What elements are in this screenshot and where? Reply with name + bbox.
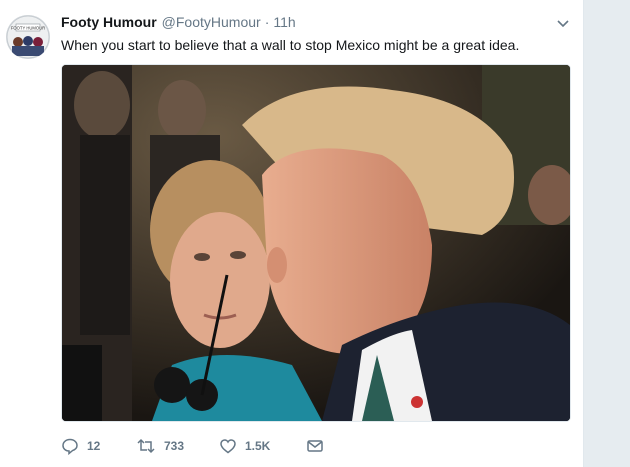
like-count: 1.5K xyxy=(245,439,271,453)
tweet-text: When you start to believe that a wall to… xyxy=(61,37,520,53)
retweet-icon xyxy=(136,437,156,455)
reply-count: 12 xyxy=(87,439,101,453)
avatar-logo-text: FOOTY HUMOUR xyxy=(11,26,45,31)
reply-button[interactable]: 12 xyxy=(61,437,136,455)
header-separator: · xyxy=(264,14,270,30)
direct-message-button[interactable] xyxy=(306,437,324,455)
tweet-photo[interactable] xyxy=(61,64,571,422)
author-handle[interactable]: @FootyHumour xyxy=(162,14,261,30)
like-button[interactable]: 1.5K xyxy=(219,437,306,455)
caret-down-icon[interactable] xyxy=(555,17,571,29)
avatar[interactable]: FOOTY HUMOUR xyxy=(6,15,50,59)
like-icon xyxy=(219,437,237,455)
tweet-timestamp[interactable]: 11h xyxy=(273,14,295,30)
retweet-count: 733 xyxy=(164,439,185,453)
tweet-header: Footy Humour @FootyHumour · 11h xyxy=(61,14,569,34)
author-display-name[interactable]: Footy Humour xyxy=(61,14,157,30)
tweet-actions: 12 733 1.5K xyxy=(61,435,324,457)
message-icon xyxy=(306,437,324,455)
retweet-button[interactable]: 733 xyxy=(136,437,219,455)
reply-icon xyxy=(61,437,79,455)
tweet-card[interactable]: FOOTY HUMOUR Footy Humour @FootyHumour ·… xyxy=(0,0,584,467)
